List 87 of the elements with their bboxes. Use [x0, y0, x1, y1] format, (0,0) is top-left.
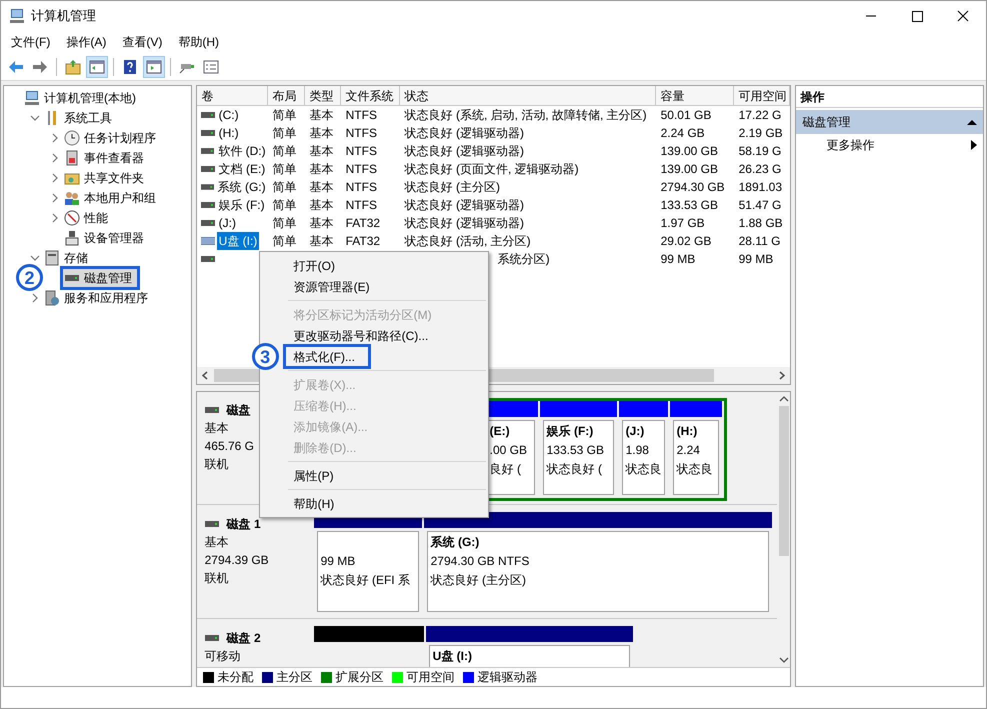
table-cell-text: 简单 — [272, 125, 297, 142]
table-cell-text: 简单 — [272, 197, 297, 214]
partition-status: 状态良 — [676, 461, 714, 478]
table-cell-text: 基本 — [310, 161, 334, 178]
partition-status: 状态良好 (EFI 系 — [320, 572, 411, 589]
table-cell-text: 基本 — [310, 197, 334, 214]
legend-label: 逻辑驱动器 — [478, 669, 538, 686]
partition-size: .00 GB — [490, 442, 528, 459]
table-cell-text: 50.01 GB — [660, 107, 712, 124]
table-cell-text: 基本 — [310, 143, 334, 160]
disk-info: 465.76 G — [204, 438, 254, 455]
table-cell-text: FAT32 — [346, 233, 380, 250]
disk-info: 联机 — [204, 456, 229, 473]
table-cell-text: 2794.30 GB — [660, 179, 725, 196]
partition-status: 状态良好 (主分区) — [430, 572, 527, 589]
partition-size: 2794.30 GB NTFS — [430, 553, 530, 570]
table-cell-text: 99 MB — [738, 251, 774, 268]
table-cell-text: 简单 — [272, 179, 297, 196]
table-cell-text: 状态良好 (系统, 启动, 活动, 故障转储, 主分区) — [404, 107, 647, 124]
partition-label: (H:) — [676, 423, 698, 440]
partition-size: 99 MB — [320, 553, 356, 570]
partition-size: 133.53 GB — [546, 442, 605, 459]
table-cell-text: 139.00 GB — [660, 143, 718, 160]
table-cell-text: 1.88 GB — [738, 215, 783, 232]
disk-info: 基本 — [204, 420, 229, 437]
table-cell-text: 1.97 GB — [660, 215, 705, 232]
step-number-badge: 2 — [16, 264, 43, 291]
table-cell-text: 状态良好 (活动, 主分区) — [404, 233, 531, 250]
table-cell-text: 基本 — [310, 179, 334, 196]
table-cell-text: 133.53 GB — [660, 197, 718, 214]
table-cell-text: 状态良好 (逻辑驱动器) — [404, 143, 524, 160]
legend-label: 扩展分区 — [336, 669, 384, 686]
table-cell-text: 99 MB — [660, 251, 696, 268]
legend-label: 主分区 — [276, 669, 313, 686]
partition-label: (E:) — [490, 423, 511, 440]
partition-label: (J:) — [626, 423, 646, 440]
actions-header: 操作 — [796, 86, 983, 108]
table-cell-text: NTFS — [346, 143, 377, 160]
table-cell-text: 状态良好 (主分区) — [404, 179, 500, 196]
table-cell-text: FAT32 — [346, 215, 380, 232]
table-cell-text: NTFS — [346, 161, 377, 178]
table-cell-text: 基本 — [310, 125, 334, 142]
table-cell-text: 简单 — [272, 215, 297, 232]
table-cell-text: NTFS — [346, 197, 377, 214]
table-cell-text: NTFS — [346, 179, 377, 196]
table-cell-text: 简单 — [272, 161, 297, 178]
table-cell-text: 2.19 GB — [738, 125, 783, 142]
partition-status: 良好 ( — [490, 461, 522, 478]
legend-label: 可用空间 — [406, 669, 455, 686]
table-cell-text: NTFS — [346, 107, 377, 124]
table-cell-text: 2.24 GB — [660, 125, 705, 142]
table-cell-text: 基本 — [310, 215, 334, 232]
partition-label: 娱乐 (F:) — [546, 423, 594, 440]
table-cell-text: 29.02 GB — [660, 233, 712, 250]
table-cell-text: 简单 — [272, 107, 297, 124]
window-title: 计算机管理 — [31, 7, 96, 26]
table-cell-text: 简单 — [272, 233, 297, 250]
table-cell-text: 51.47 G — [738, 197, 782, 214]
partition-status: 状态良好 ( — [546, 461, 603, 478]
table-cell-text: 139.00 GB — [660, 161, 718, 178]
disk-name: 磁盘 2 — [226, 630, 261, 647]
disk-name: 磁盘 1 — [226, 516, 261, 533]
legend-label: 未分配 — [218, 669, 254, 686]
table-cell-text: NTFS — [346, 125, 377, 142]
table-cell-text: 26.23 G — [738, 161, 782, 178]
disk-info: 基本 — [204, 534, 229, 551]
partition-status: 状态良 — [626, 461, 661, 478]
table-cell-text: 基本 — [310, 107, 334, 124]
table-cell-text: 状态良好 (逻辑驱动器) — [404, 125, 524, 142]
table-cell-text: 系统分区) — [498, 251, 550, 268]
table-cell-text: 状态良好 (逻辑驱动器) — [404, 197, 524, 214]
partition-size: 2.24 — [676, 442, 701, 459]
table-cell-text: 状态良好 (逻辑驱动器) — [404, 215, 524, 232]
disk-info: 可移动 — [204, 648, 241, 665]
partition-size: 1.98 — [626, 442, 650, 459]
table-cell-text: 28.11 G — [738, 233, 780, 250]
disk-info: 2794.39 GB — [204, 552, 269, 569]
disk-name: 磁盘 — [226, 402, 251, 419]
partition-label: U盘 (I:) — [432, 648, 473, 665]
table-cell-text: 基本 — [310, 233, 334, 250]
table-cell-text: 简单 — [272, 143, 297, 160]
table-cell-text: 状态良好 (页面文件, 逻辑驱动器) — [404, 161, 579, 178]
table-cell-text: 1891.03 — [738, 179, 782, 196]
partition-label: 系统 (G:) — [430, 534, 480, 551]
disk-info: 联机 — [204, 570, 229, 587]
table-cell-text: 58.19 G — [738, 143, 782, 160]
table-cell-text: 17.22 G — [738, 107, 782, 124]
